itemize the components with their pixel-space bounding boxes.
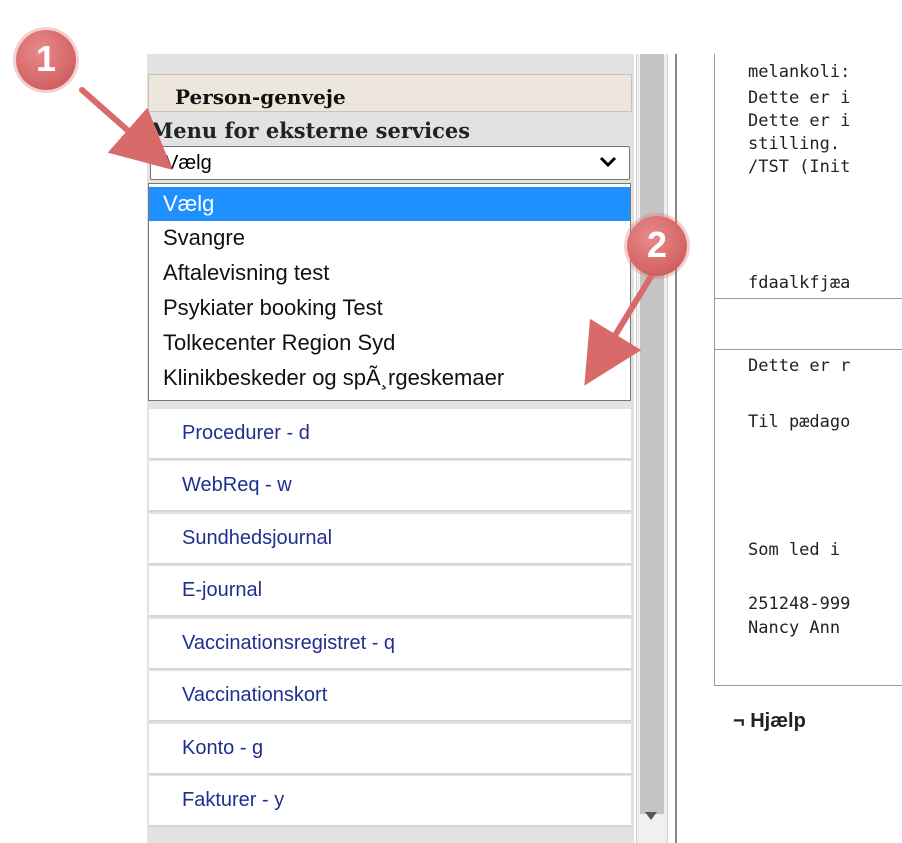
badge-number: 1 [35, 38, 57, 79]
annotation-arrow-1 [79, 87, 173, 170]
badge-number: 2 [646, 224, 668, 265]
annotation-badge-1: 1 [16, 30, 76, 90]
annotation-arrows [79, 87, 658, 386]
annotation-badge-2: 2 [627, 216, 687, 276]
annotation-arrow-2 [584, 267, 658, 386]
